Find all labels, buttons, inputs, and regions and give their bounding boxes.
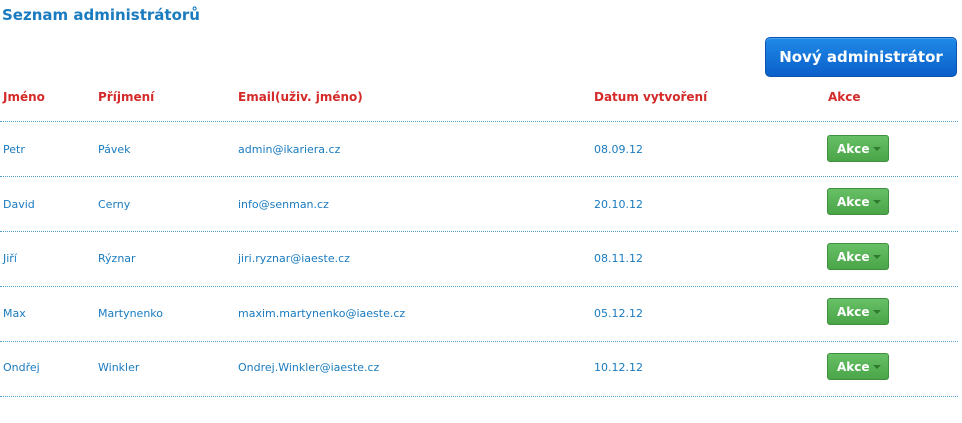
column-header-last-name: Příjmení bbox=[98, 90, 155, 104]
email-cell: maxim.martynenko@iaeste.cz bbox=[238, 307, 406, 320]
new-administrator-button[interactable]: Nový administrátor bbox=[765, 37, 957, 77]
first-name-cell: Jiří bbox=[3, 252, 17, 265]
caret-down-icon bbox=[872, 310, 881, 314]
email-cell: admin@ikariera.cz bbox=[238, 143, 341, 156]
last-name-cell: Martynenko bbox=[98, 307, 163, 320]
column-header-actions: Akce bbox=[828, 90, 861, 104]
created-date-cell: 20.10.12 bbox=[594, 198, 643, 211]
column-header-email: Email(uživ. jméno) bbox=[238, 90, 363, 104]
caret-down-icon bbox=[872, 365, 881, 369]
first-name-cell: David bbox=[3, 198, 35, 211]
actions-dropdown-button[interactable]: Akce bbox=[827, 188, 889, 215]
column-header-created: Datum vytvoření bbox=[594, 90, 708, 104]
email-cell: info@senman.cz bbox=[238, 198, 329, 211]
caret-down-icon bbox=[872, 200, 881, 204]
email-cell: Ondrej.Winkler@iaeste.cz bbox=[238, 361, 380, 374]
table-row: David Cerny info@senman.cz 20.10.12 Akce bbox=[0, 177, 958, 232]
actions-button-label: Akce bbox=[837, 249, 870, 264]
actions-dropdown-button[interactable]: Akce bbox=[827, 135, 889, 162]
last-name-cell: Cerny bbox=[98, 198, 131, 211]
table-row: Petr Pávek admin@ikariera.cz 08.09.12 Ak… bbox=[0, 122, 958, 177]
column-header-first-name: Jméno bbox=[3, 90, 45, 104]
caret-down-icon bbox=[872, 147, 881, 151]
table-row: Ondřej Winkler Ondrej.Winkler@iaeste.cz … bbox=[0, 342, 958, 397]
email-cell: jiri.ryznar@iaeste.cz bbox=[238, 252, 350, 265]
table-header: Jméno Příjmení Email(uživ. jméno) Datum … bbox=[0, 88, 958, 122]
created-date-cell: 05.12.12 bbox=[594, 307, 643, 320]
actions-button-label: Akce bbox=[837, 359, 870, 374]
caret-down-icon bbox=[872, 255, 881, 259]
created-date-cell: 10.12.12 bbox=[594, 361, 643, 374]
actions-dropdown-button[interactable]: Akce bbox=[827, 298, 889, 325]
created-date-cell: 08.09.12 bbox=[594, 143, 643, 156]
actions-button-label: Akce bbox=[837, 304, 870, 319]
first-name-cell: Max bbox=[3, 307, 26, 320]
page-title: Seznam administrátorů bbox=[2, 6, 200, 24]
last-name-cell: Winkler bbox=[98, 361, 140, 374]
last-name-cell: Rýznar bbox=[98, 252, 136, 265]
created-date-cell: 08.11.12 bbox=[594, 252, 643, 265]
actions-button-label: Akce bbox=[837, 141, 870, 156]
actions-dropdown-button[interactable]: Akce bbox=[827, 243, 889, 270]
table-row: Max Martynenko maxim.martynenko@iaeste.c… bbox=[0, 287, 958, 342]
first-name-cell: Ondřej bbox=[3, 361, 40, 374]
actions-dropdown-button[interactable]: Akce bbox=[827, 353, 889, 380]
table-row: Jiří Rýznar jiri.ryznar@iaeste.cz 08.11.… bbox=[0, 232, 958, 287]
first-name-cell: Petr bbox=[3, 143, 25, 156]
last-name-cell: Pávek bbox=[98, 143, 131, 156]
actions-button-label: Akce bbox=[837, 194, 870, 209]
